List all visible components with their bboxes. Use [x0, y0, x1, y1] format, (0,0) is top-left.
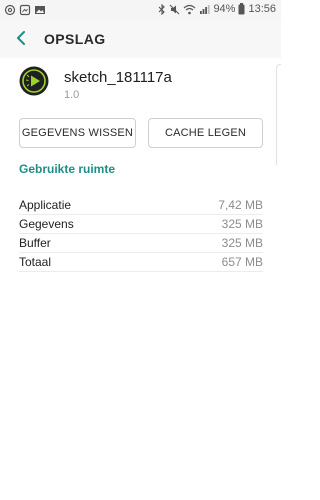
mute-icon	[169, 4, 180, 15]
storage-row-buffer: Buffer 325 MB	[19, 234, 263, 253]
processing-app-icon	[19, 66, 49, 96]
app-version: 1.0	[64, 89, 80, 101]
adjacent-card-edge	[276, 64, 281, 165]
bluetooth-icon	[158, 3, 166, 15]
row-label: Gegevens	[19, 217, 74, 231]
app-name: sketch_181117a	[64, 69, 172, 86]
status-bar: 94% 13:56	[0, 0, 281, 20]
row-label: Applicatie	[19, 198, 72, 212]
image-icon	[34, 3, 46, 15]
app-bar: OPSLAG	[0, 20, 281, 58]
storage-content: sketch_181117a 1.0 GEGEVENS WISSEN CACHE…	[0, 58, 281, 500]
storage-row-total: Totaal 657 MB	[19, 253, 263, 272]
row-value: 325 MB	[221, 217, 263, 231]
back-arrow-icon	[16, 30, 26, 50]
row-label: Totaal	[19, 255, 52, 269]
at-sign-icon	[4, 3, 16, 16]
notification-icon	[19, 3, 31, 16]
storage-row-application: Applicatie 7,42 MB	[19, 196, 263, 215]
battery-icon	[238, 3, 245, 15]
row-value: 7,42 MB	[218, 198, 263, 212]
clear-data-button[interactable]: GEGEVENS WISSEN	[19, 118, 136, 148]
clock: 13:56	[248, 3, 276, 15]
battery-percentage: 94%	[213, 3, 236, 15]
clear-cache-button[interactable]: CACHE LEGEN	[148, 118, 263, 148]
back-button[interactable]	[10, 29, 32, 51]
signal-icon	[199, 4, 211, 15]
page-title: OPSLAG	[44, 31, 106, 47]
storage-list: Applicatie 7,42 MB Gegevens 325 MB Buffe…	[19, 196, 263, 272]
row-label: Buffer	[19, 236, 51, 250]
storage-row-data: Gegevens 325 MB	[19, 215, 263, 234]
row-value: 325 MB	[221, 236, 263, 250]
row-value: 657 MB	[221, 255, 263, 269]
wifi-icon	[183, 4, 196, 15]
section-title-used-space: Gebruikte ruimte	[19, 162, 116, 176]
